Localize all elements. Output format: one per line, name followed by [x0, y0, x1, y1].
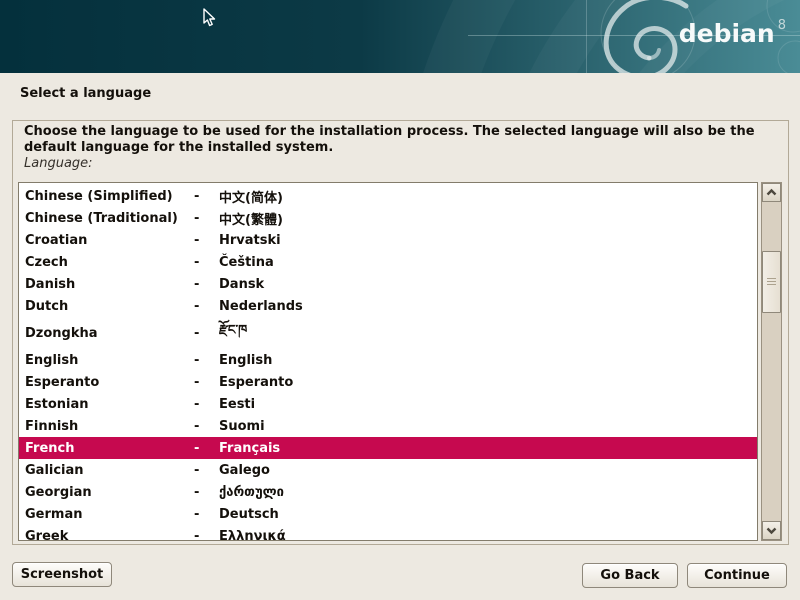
language-separator: - [194, 441, 219, 456]
screenshot-button[interactable]: Screenshot [12, 562, 112, 587]
language-separator: - [194, 211, 219, 226]
instructions-line1: Choose the language to be used for the i… [24, 124, 755, 139]
language-row[interactable]: Dzongkha-རྫོང་ཁ [19, 317, 757, 349]
instructions-line2: default language for the installed syste… [24, 140, 333, 155]
language-separator: - [194, 375, 219, 390]
language-row[interactable]: Finnish-Suomi [19, 415, 757, 437]
language-native-name: Suomi [219, 419, 757, 434]
language-name: German [25, 507, 194, 522]
language-native-name: Ελληνικά [219, 529, 757, 542]
language-name: Estonian [25, 397, 194, 412]
language-native-name: English [219, 353, 757, 368]
language-name: Czech [25, 255, 194, 270]
language-native-name: རྫོང་ཁ [219, 315, 757, 352]
language-row[interactable]: Galician-Galego [19, 459, 757, 481]
language-separator: - [194, 485, 219, 500]
language-native-name: Dansk [219, 277, 757, 292]
language-separator: - [194, 353, 219, 368]
language-name: Danish [25, 277, 194, 292]
language-separator: - [194, 277, 219, 292]
language-name: Chinese (Simplified) [25, 189, 194, 204]
page-title: Select a language [20, 86, 151, 101]
language-row[interactable]: Estonian-Eesti [19, 393, 757, 415]
language-name: French [25, 441, 194, 456]
language-native-name: 中文(简体) [219, 187, 757, 206]
language-row[interactable]: Chinese (Simplified)-中文(简体) [19, 185, 757, 207]
language-name: Croatian [25, 233, 194, 248]
language-native-name: Nederlands [219, 299, 757, 314]
language-row[interactable]: Esperanto-Esperanto [19, 371, 757, 393]
language-native-name: Eesti [219, 397, 757, 412]
chevron-up-icon [765, 188, 778, 197]
vertical-scrollbar[interactable] [761, 182, 782, 541]
language-row[interactable]: Georgian-ქართული [19, 481, 757, 503]
language-separator: - [194, 255, 219, 270]
language-separator: - [194, 397, 219, 412]
language-name: English [25, 353, 194, 368]
go-back-button[interactable]: Go Back [582, 563, 678, 588]
language-name: Finnish [25, 419, 194, 434]
language-separator: - [194, 419, 219, 434]
language-list[interactable]: Chinese (Simplified)-中文(简体)Chinese (Trad… [18, 182, 758, 541]
language-native-name: Galego [219, 463, 757, 478]
language-name: Esperanto [25, 375, 194, 390]
language-separator: - [194, 189, 219, 204]
language-separator: - [194, 299, 219, 314]
scrollbar-thumb[interactable] [762, 251, 781, 313]
language-native-name: Esperanto [219, 375, 757, 390]
language-name: Dutch [25, 299, 194, 314]
language-row[interactable]: Danish-Dansk [19, 273, 757, 295]
language-separator: - [194, 463, 219, 478]
mouse-cursor-icon [203, 8, 217, 28]
language-row[interactable]: Greek-Ελληνικά [19, 525, 757, 541]
continue-button[interactable]: Continue [687, 563, 787, 588]
header-banner: debian 8 [0, 0, 800, 73]
language-name: Chinese (Traditional) [25, 211, 194, 226]
language-native-name: ქართული [219, 485, 757, 500]
language-row[interactable]: English-English [19, 349, 757, 371]
language-native-name: Français [219, 441, 757, 456]
language-row[interactable]: German-Deutsch [19, 503, 757, 525]
language-native-name: Hrvatski [219, 233, 757, 248]
language-native-name: Deutsch [219, 507, 757, 522]
language-row[interactable]: French-Français [19, 437, 757, 459]
language-name: Galician [25, 463, 194, 478]
scroll-up-button[interactable] [762, 183, 781, 202]
brand-name: debian [679, 17, 775, 51]
language-name: Georgian [25, 485, 194, 500]
language-separator: - [194, 326, 219, 341]
language-row[interactable]: Chinese (Traditional)-中文(繁體) [19, 207, 757, 229]
language-row[interactable]: Czech-Čeština [19, 251, 757, 273]
language-separator: - [194, 233, 219, 248]
language-row[interactable]: Croatian-Hrvatski [19, 229, 757, 251]
brand-version: 8 [778, 17, 786, 35]
instructions-text: Choose the language to be used for the i… [24, 124, 784, 156]
language-separator: - [194, 507, 219, 522]
language-name: Dzongkha [25, 326, 194, 341]
language-label: Language: [24, 156, 93, 171]
language-native-name: 中文(繁體) [219, 209, 757, 228]
language-native-name: Čeština [219, 255, 757, 270]
scroll-down-button[interactable] [762, 521, 781, 540]
debian-logo-text: debian 8 [679, 17, 786, 51]
language-separator: - [194, 529, 219, 542]
language-name: Greek [25, 529, 194, 542]
scrollbar-grip [767, 278, 776, 286]
chevron-down-icon [765, 526, 778, 535]
